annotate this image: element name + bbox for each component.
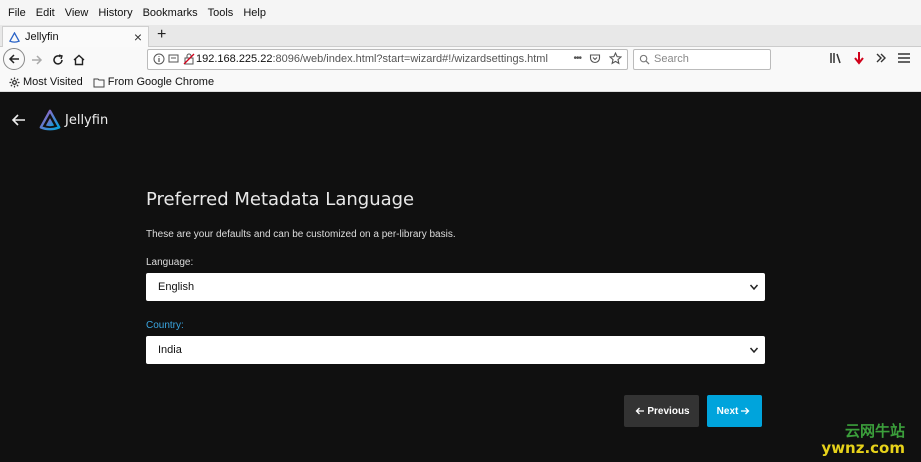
back-button[interactable] xyxy=(3,48,25,70)
previous-button[interactable]: Previous xyxy=(624,395,699,427)
menu-history[interactable]: History xyxy=(94,7,136,19)
search-icon xyxy=(639,54,650,65)
toolbar-right xyxy=(829,51,911,65)
bookmark-label: Most Visited xyxy=(23,76,83,88)
jellyfin-favicon-icon xyxy=(9,31,20,43)
page-title: Preferred Metadata Language xyxy=(146,189,415,210)
info-icon[interactable] xyxy=(153,53,165,65)
menu-tools[interactable]: Tools xyxy=(204,7,238,19)
reload-button[interactable] xyxy=(48,50,68,70)
overflow-chevron-icon[interactable] xyxy=(875,52,887,64)
search-placeholder: Search xyxy=(654,53,689,65)
jellyfin-logo-icon xyxy=(39,109,61,131)
forward-button[interactable] xyxy=(27,50,47,70)
menu-help[interactable]: Help xyxy=(239,7,270,19)
menu-view[interactable]: View xyxy=(61,7,93,19)
reload-icon xyxy=(53,54,63,65)
hamburger-menu-icon[interactable] xyxy=(897,52,911,64)
tab-jellyfin[interactable]: Jellyfin × xyxy=(2,26,149,47)
language-select[interactable]: English xyxy=(146,273,765,301)
close-tab-icon[interactable]: × xyxy=(134,29,142,45)
bookmark-most-visited[interactable]: Most Visited xyxy=(9,76,83,88)
menu-edit[interactable]: Edit xyxy=(32,7,59,19)
url-host: 192.168.225.22 xyxy=(196,53,273,65)
jellyfin-page: Jellyfin Preferred Metadata Language The… xyxy=(0,92,921,462)
jellyfin-logo[interactable]: Jellyfin xyxy=(39,109,108,131)
chevron-down-icon xyxy=(749,284,759,291)
tab-title: Jellyfin xyxy=(25,31,59,43)
watermark-en: ywnz.com xyxy=(821,438,905,457)
tab-bar: Jellyfin × + xyxy=(0,25,921,47)
bookmark-label: From Google Chrome xyxy=(107,76,215,88)
permissions-icon[interactable] xyxy=(168,53,180,65)
search-bar[interactable]: Search xyxy=(633,49,771,70)
site-watermark: 云网牛站 ywnz.com xyxy=(821,423,905,456)
bookmarks-toolbar: Most Visited From Google Chrome xyxy=(0,73,921,92)
bookmark-from-google-chrome[interactable]: From Google Chrome xyxy=(93,76,214,88)
back-arrow-icon[interactable] xyxy=(11,112,27,128)
bookmark-star-icon[interactable] xyxy=(609,52,622,65)
language-value: English xyxy=(158,281,195,293)
url-text: 192.168.225.22:8096/web/index.html?start… xyxy=(196,53,548,65)
arrow-left-icon xyxy=(8,54,19,64)
chevron-down-icon xyxy=(749,347,759,354)
next-label: Next xyxy=(716,405,739,417)
menu-bar: File Edit View History Bookmarks Tools H… xyxy=(0,0,921,25)
menu-bookmarks[interactable]: Bookmarks xyxy=(139,7,202,19)
arrow-left-icon xyxy=(635,407,645,415)
next-button[interactable]: Next xyxy=(707,395,762,427)
new-tab-button[interactable]: + xyxy=(157,26,166,44)
gear-icon xyxy=(9,76,20,88)
page-actions-button[interactable]: ••• xyxy=(573,53,581,64)
url-security-icons xyxy=(153,53,195,65)
folder-icon xyxy=(93,78,105,87)
previous-label: Previous xyxy=(647,405,690,417)
url-actions: ••• xyxy=(573,52,622,65)
page-description: These are your defaults and can be custo… xyxy=(146,229,456,240)
library-icon[interactable] xyxy=(829,51,843,65)
url-path: :8096/web/index.html?start=wizard#!/wiza… xyxy=(272,53,548,65)
home-button[interactable] xyxy=(69,50,89,70)
insecure-lock-icon[interactable] xyxy=(183,53,195,65)
home-icon xyxy=(73,54,85,66)
brand-name: Jellyfin xyxy=(65,112,109,128)
pocket-icon[interactable] xyxy=(589,53,601,65)
country-value: India xyxy=(158,344,182,356)
arrow-right-icon xyxy=(32,55,43,65)
menu-file[interactable]: File xyxy=(4,7,30,19)
arrow-right-icon xyxy=(741,407,750,415)
nav-bar: 192.168.225.22:8096/web/index.html?start… xyxy=(0,47,921,73)
country-select[interactable]: India xyxy=(146,336,765,364)
country-label: Country: xyxy=(146,320,184,331)
watermark-cn: 云网牛站 xyxy=(844,422,905,440)
language-label: Language: xyxy=(146,257,194,268)
address-bar[interactable]: 192.168.225.22:8096/web/index.html?start… xyxy=(147,49,628,70)
download-arrow-icon[interactable] xyxy=(853,51,865,65)
